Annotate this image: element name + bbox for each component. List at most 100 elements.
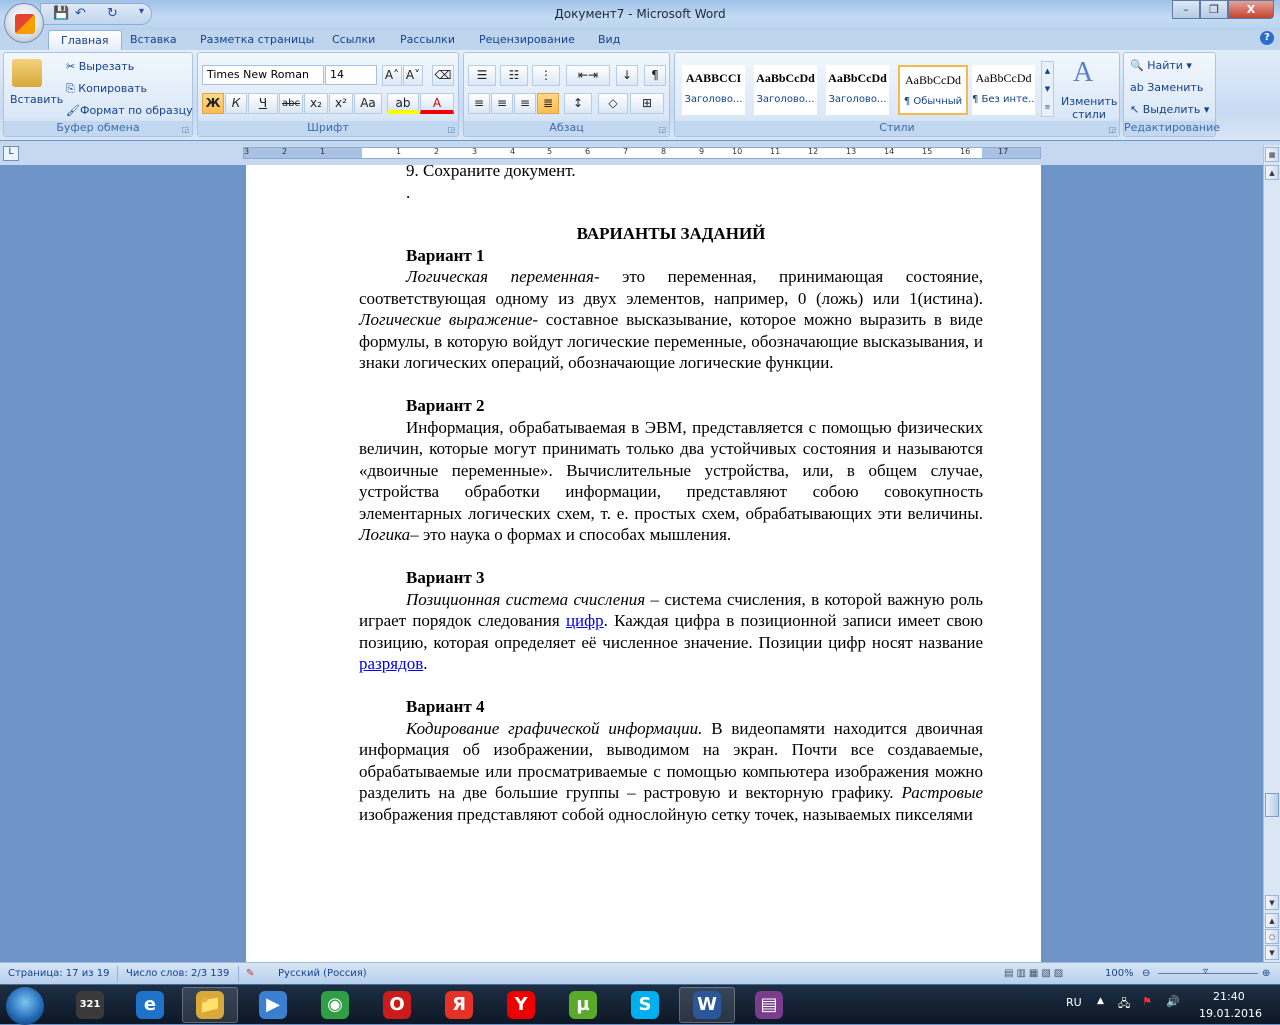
taskbar-skype[interactable]: S [617, 987, 673, 1023]
dialog-launcher-icon[interactable]: ◲ [1108, 125, 1116, 134]
indent-icon[interactable]: ⇤⇥ [566, 65, 610, 86]
help-icon[interactable]: ? [1260, 31, 1274, 45]
sort-icon[interactable]: ↓ [616, 65, 638, 86]
borders-icon[interactable]: ⊞ [630, 93, 664, 114]
clock-time[interactable]: 21:40 [1213, 990, 1245, 1003]
show-hidden-icons[interactable]: ▲ [1097, 996, 1104, 1006]
close-button[interactable]: X [1228, 0, 1274, 19]
cut-button[interactable]: ✂ Вырезать [66, 60, 134, 73]
taskbar-yandex-browser[interactable]: Я [431, 987, 487, 1023]
minimize-button[interactable]: – [1172, 0, 1200, 19]
font-name-select[interactable]: Times New Roman [202, 65, 324, 85]
line-spacing-icon[interactable]: ↕ [564, 93, 592, 114]
subscript-button[interactable]: x₂ [304, 93, 328, 114]
change-styles-button[interactable]: Изменить стили [1061, 95, 1117, 121]
tab-home[interactable]: Главная [48, 30, 122, 50]
zoom-slider-thumb[interactable]: ▿ [1203, 966, 1208, 977]
word-count[interactable]: Число слов: 2/3 139 [126, 968, 229, 979]
tab-references[interactable]: Ссылки [332, 30, 375, 50]
tab-mailings[interactable]: Рассылки [400, 30, 455, 50]
font-color-icon[interactable]: A [420, 93, 454, 114]
save-icon[interactable]: 💾 [53, 6, 69, 21]
font-size-select[interactable]: 14 [325, 65, 377, 85]
customize-qat-icon[interactable]: ▾ [139, 6, 144, 17]
taskbar-word[interactable]: W [679, 987, 735, 1023]
clock-date[interactable]: 19.01.2016 [1199, 1007, 1262, 1020]
previous-page-icon[interactable]: ▲ [1265, 913, 1279, 928]
underline-button[interactable]: Ч [248, 93, 278, 114]
style-no-spacing[interactable]: AaBbCcDd ¶ Без инте... [972, 65, 1035, 115]
taskbar-internet-explorer[interactable]: e [122, 987, 178, 1023]
proofing-icon[interactable]: ✎ [246, 968, 254, 979]
format-painter-button[interactable]: 🖌Формат по образцу [66, 104, 193, 117]
next-page-icon[interactable]: ▼ [1265, 945, 1279, 960]
maximize-button[interactable]: ❐ [1200, 0, 1228, 19]
flag-icon[interactable]: ⚑ [1142, 995, 1152, 1008]
multilevel-list-icon[interactable]: ⋮ [532, 65, 560, 86]
style-normal[interactable]: AaBbCcDd ¶ Обычный [898, 65, 968, 115]
numbering-icon[interactable]: ☷ [500, 65, 528, 86]
superscript-button[interactable]: x² [329, 93, 353, 114]
taskbar-chrome[interactable]: ◉ [307, 987, 363, 1023]
hyperlink-digits[interactable]: цифр [566, 611, 604, 630]
align-right-icon[interactable]: ≡ [514, 93, 536, 114]
zoom-in-button[interactable]: ⊕ [1262, 968, 1270, 979]
dialog-launcher-icon[interactable]: ◲ [658, 125, 666, 134]
shading-icon[interactable]: ◇ [598, 93, 628, 114]
select-button[interactable]: ↖ Выделить ▾ [1130, 103, 1209, 116]
change-case-button[interactable]: Aa [354, 93, 382, 114]
align-center-icon[interactable]: ≡ [491, 93, 513, 114]
tab-selector[interactable]: L [3, 146, 19, 161]
document-body[interactable]: 9. Сохраните документ. . ВАРИАНТЫ ЗАДАНИ… [359, 160, 983, 825]
dialog-launcher-icon[interactable]: ◲ [181, 125, 189, 134]
view-buttons[interactable]: ▤▥▦▧▨ [1004, 968, 1084, 979]
clear-formatting-icon[interactable]: ⌫ [432, 65, 454, 86]
dialog-launcher-icon[interactable]: ◲ [447, 125, 455, 134]
undo-icon[interactable]: ↶ [75, 6, 86, 21]
scroll-thumb[interactable] [1265, 793, 1279, 817]
change-styles-icon[interactable]: A [1073, 57, 1093, 89]
align-left-icon[interactable]: ≡ [468, 93, 490, 114]
taskbar-media-player-classic[interactable]: 321 [62, 987, 118, 1023]
office-button[interactable] [4, 3, 44, 43]
network-icon[interactable]: 🖧 [1118, 995, 1130, 1014]
tab-view[interactable]: Вид [598, 30, 620, 50]
language[interactable]: Русский (Россия) [278, 968, 367, 979]
vertical-scrollbar[interactable]: ▦ ▲ ▼ ▲ ○ ▼ [1263, 145, 1280, 962]
bullets-icon[interactable]: ☰ [468, 65, 496, 86]
taskbar-media-player[interactable]: ▶ [245, 987, 301, 1023]
zoom-out-button[interactable]: ⊖ [1142, 968, 1150, 979]
tab-insert[interactable]: Вставка [130, 30, 177, 50]
italic-button[interactable]: К [225, 93, 247, 114]
ruler-toggle-icon[interactable]: ▦ [1265, 147, 1279, 162]
style-heading-2[interactable]: AaBbCcDd Заголово... [754, 65, 817, 115]
highlight-icon[interactable]: ab [387, 93, 419, 114]
bold-button[interactable]: Ж [202, 93, 224, 114]
taskbar-utorrent[interactable]: µ [555, 987, 611, 1023]
taskbar-explorer[interactable]: 📁 [182, 987, 238, 1023]
shrink-font-button[interactable]: A˅ [403, 65, 423, 86]
style-heading-1[interactable]: AABBCCI Заголово... [682, 65, 745, 115]
language-indicator[interactable]: RU [1066, 996, 1082, 1009]
style-heading-3[interactable]: AaBbCcDd Заголово... [826, 65, 889, 115]
strikethrough-button[interactable]: abc [279, 93, 303, 114]
taskbar-opera[interactable]: O [369, 987, 425, 1023]
tab-review[interactable]: Рецензирование [479, 30, 575, 50]
styles-scroll[interactable]: ▲ ▼ ≡ [1041, 61, 1054, 117]
page-count[interactable]: Страница: 17 из 19 [8, 968, 109, 979]
hyperlink-digit-places[interactable]: разрядов [359, 654, 423, 673]
taskbar-winrar[interactable]: ▤ [741, 987, 797, 1023]
redo-icon[interactable]: ↻ [107, 6, 118, 21]
replace-button[interactable]: ab Заменить [1130, 81, 1203, 94]
taskbar-yandex[interactable]: Y [493, 987, 549, 1023]
copy-button[interactable]: ⎘ Копировать [66, 82, 147, 96]
volume-icon[interactable]: 🔊 [1166, 995, 1180, 1008]
show-marks-button[interactable]: ¶ [644, 65, 666, 86]
paste-icon[interactable] [12, 59, 42, 87]
paste-button[interactable]: Вставить [10, 93, 63, 106]
start-button[interactable] [6, 987, 44, 1025]
scroll-down-arrow[interactable]: ▼ [1265, 895, 1279, 910]
zoom-level[interactable]: 100% [1105, 968, 1134, 979]
tab-page-layout[interactable]: Разметка страницы [200, 30, 314, 50]
justify-icon[interactable]: ≣ [537, 93, 559, 114]
